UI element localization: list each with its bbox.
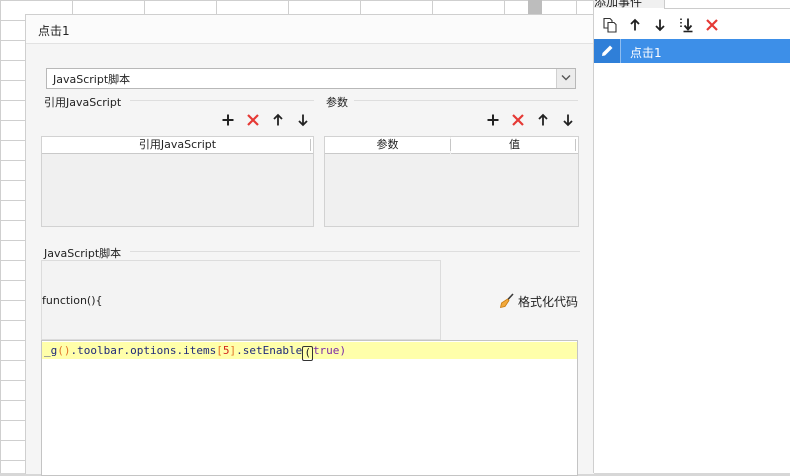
script-section-label: JavaScript脚本: [44, 247, 122, 260]
ref-js-table[interactable]: 引用JavaScript: [41, 136, 314, 227]
param-move-up-button[interactable]: [535, 112, 551, 128]
delete-icon: [512, 114, 524, 126]
event-item-label: 点击1: [630, 46, 662, 60]
code-token: true: [312, 344, 340, 357]
format-code-label: 格式化代码: [518, 295, 579, 309]
ref-add-button[interactable]: [220, 112, 236, 128]
ref-js-section-label: 引用JavaScript: [44, 96, 122, 109]
delete-icon: [247, 114, 259, 126]
params-section-label: 参数: [326, 96, 348, 109]
broom-icon: [499, 293, 514, 309]
event-move-up-button[interactable]: [627, 17, 643, 33]
script-divider: [130, 251, 580, 252]
param-value-column-header[interactable]: 值: [451, 137, 578, 154]
dialog-title-bar: 点击1: [26, 15, 594, 44]
copy-icon: [603, 17, 617, 33]
event-move-bottom-button[interactable]: [678, 17, 694, 33]
arrow-up-icon: [538, 113, 548, 126]
ref-js-table-header: 引用JavaScript: [42, 137, 313, 154]
move-bottom-icon: [680, 18, 693, 33]
arrow-down-icon: [655, 19, 665, 32]
code-editor[interactable]: _g().toolbar.options.items[5].setEnable(…: [41, 340, 578, 476]
event-settings-dialog: 点击1 JavaScript脚本 引用JavaScript 参数 引用JavaS…: [25, 14, 594, 476]
event-type-field[interactable]: [664, 0, 790, 9]
edit-event-indicator: [594, 39, 621, 63]
arrow-down-icon: [563, 114, 573, 127]
event-delete-button[interactable]: [704, 17, 720, 33]
params-table[interactable]: 参数 值: [324, 136, 579, 227]
copy-event-button[interactable]: [602, 17, 618, 33]
add-event-label: 添加事件: [594, 0, 643, 9]
column-separator: [575, 139, 576, 151]
ref-move-down-button[interactable]: [295, 112, 311, 128]
add-event-header: 添加事件: [594, 0, 790, 9]
function-header-box: function(){: [41, 260, 441, 340]
matched-bracket: (: [302, 346, 313, 361]
code-token: _g: [44, 344, 58, 357]
params-divider: [354, 100, 578, 101]
delete-icon: [706, 19, 718, 31]
param-delete-button[interactable]: [510, 112, 526, 128]
param-move-down-button[interactable]: [560, 112, 576, 128]
param-name-column-label: 参数: [376, 138, 399, 151]
ref-js-divider: [130, 100, 314, 101]
column-separator: [310, 139, 311, 151]
param-add-button[interactable]: [485, 112, 501, 128]
arrow-up-icon: [630, 18, 640, 31]
code-token: [: [216, 344, 223, 357]
event-list-panel: 添加事件 点击1: [593, 0, 790, 473]
select-arrow[interactable]: [556, 69, 575, 88]
plus-icon: [222, 114, 234, 126]
code-token: .toolbar.options.items: [70, 344, 217, 357]
arrow-up-icon: [273, 113, 283, 126]
ref-delete-button[interactable]: [245, 112, 261, 128]
pencil-icon: [602, 45, 613, 56]
event-toolbar: [594, 14, 790, 36]
plus-icon: [487, 114, 499, 126]
ref-move-up-button[interactable]: [270, 112, 286, 128]
spreadsheet-scroll-corner: [528, 0, 542, 14]
ref-js-column-header[interactable]: 引用JavaScript: [139, 138, 216, 151]
arrow-down-icon: [298, 114, 308, 127]
code-token: (): [57, 344, 71, 357]
dialog-title: 点击1: [38, 24, 70, 38]
function-header: function(){: [42, 294, 103, 307]
param-name-column-header[interactable]: 参数: [325, 137, 450, 154]
code-token: ): [339, 344, 347, 357]
event-list-item[interactable]: 点击1: [594, 39, 790, 63]
script-type-value: JavaScript脚本: [53, 73, 131, 86]
event-move-down-button[interactable]: [652, 17, 668, 33]
code-token: .setEnable: [236, 344, 303, 357]
chevron-down-icon: [561, 75, 571, 81]
param-value-column-label: 值: [509, 138, 520, 151]
script-type-select[interactable]: JavaScript脚本: [46, 68, 576, 89]
code-line-1[interactable]: _g().toolbar.options.items[5].setEnable(…: [42, 342, 577, 361]
